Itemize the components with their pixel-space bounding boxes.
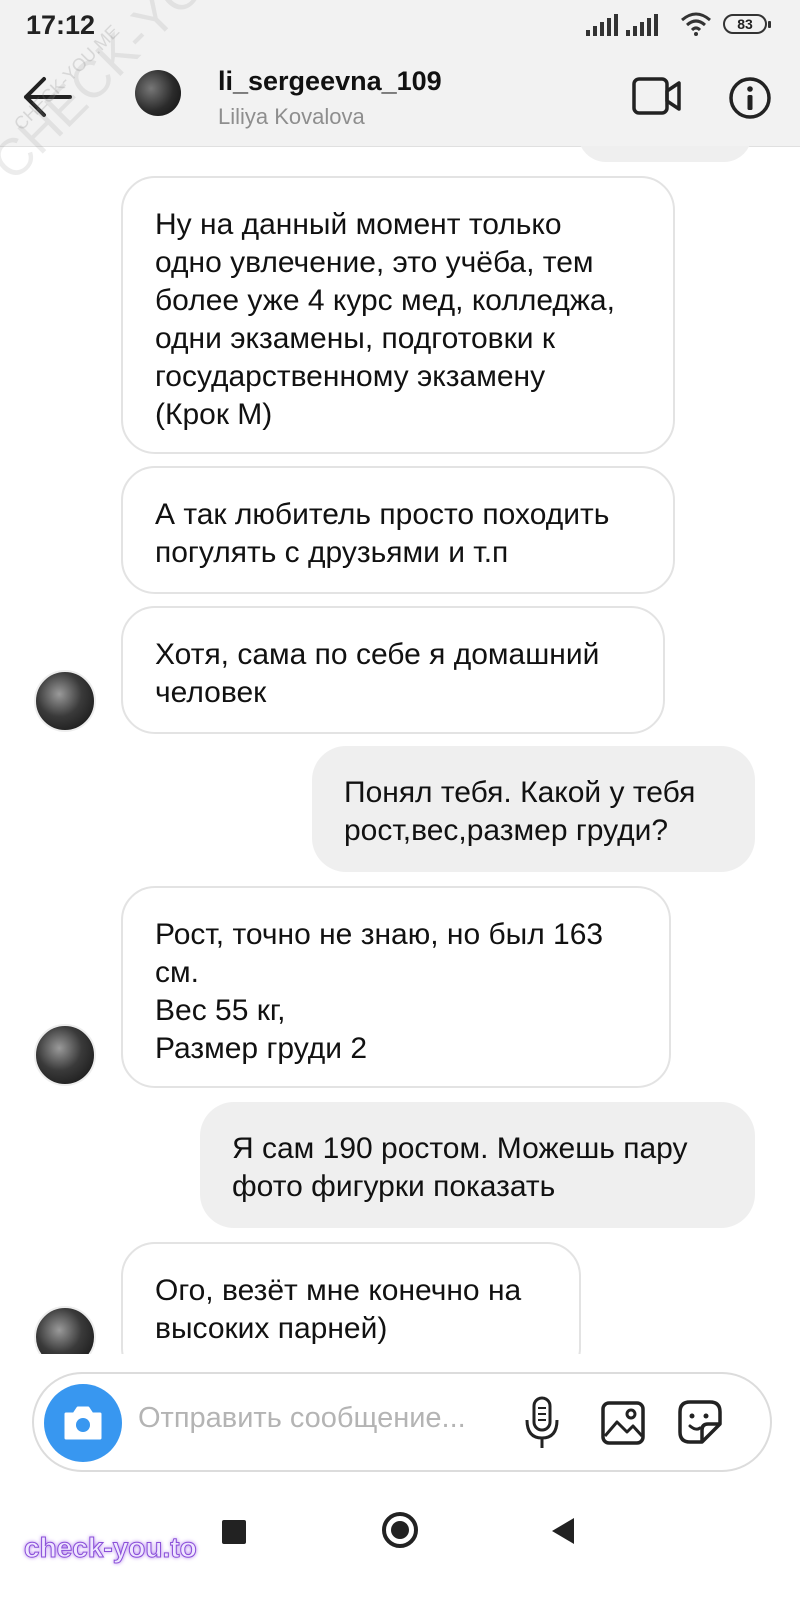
video-call-icon[interactable] xyxy=(632,76,682,116)
camera-icon xyxy=(64,1406,102,1440)
signal-icon xyxy=(626,14,658,36)
nav-back-icon[interactable] xyxy=(552,1518,574,1544)
sticker-icon[interactable] xyxy=(676,1398,724,1446)
recent-apps-icon[interactable] xyxy=(222,1520,246,1544)
avatar[interactable] xyxy=(135,70,181,116)
signal-icon xyxy=(586,14,618,36)
info-icon[interactable] xyxy=(728,76,772,120)
message-bubble-outgoing[interactable]: Я сам 190 ростом. Можешь пару фото фигур… xyxy=(200,1102,755,1228)
camera-button[interactable] xyxy=(44,1384,122,1462)
header-full-name: Liliya Kovalova xyxy=(218,104,365,129)
message-bubble-incoming[interactable]: А так любитель просто походить погулять … xyxy=(121,466,675,594)
status-bar: 17:12 83 xyxy=(0,0,800,48)
message-bubble-outgoing[interactable] xyxy=(578,146,752,162)
sender-avatar[interactable] xyxy=(34,1024,96,1086)
sender-avatar[interactable] xyxy=(34,670,96,732)
message-bubble-incoming[interactable]: Ну на данный момент только одно увлечени… xyxy=(121,176,675,454)
home-icon[interactable] xyxy=(382,1512,418,1548)
message-composer xyxy=(32,1372,772,1472)
chat-messages: Ну на данный момент только одно увлечени… xyxy=(0,146,800,1354)
battery-icon: 83 xyxy=(723,14,771,34)
chat-header: li_sergeevna_109 Liliya Kovalova xyxy=(0,48,800,147)
wifi-icon xyxy=(681,12,711,36)
message-input[interactable] xyxy=(138,1402,518,1435)
microphone-icon[interactable] xyxy=(524,1396,560,1450)
gallery-icon[interactable] xyxy=(600,1400,646,1446)
sender-avatar[interactable] xyxy=(34,1306,96,1354)
watermark-footer: check-you.to xyxy=(24,1532,198,1564)
message-bubble-incoming[interactable]: Рост, точно не знаю, но был 163 см. Вес … xyxy=(121,886,671,1088)
message-bubble-incoming[interactable]: Хотя, сама по себе я домашний человек xyxy=(121,606,665,734)
back-arrow-icon[interactable] xyxy=(20,74,76,120)
message-bubble-incoming[interactable]: Ого, везёт мне конечно на высоких парней… xyxy=(121,1242,581,1354)
message-bubble-outgoing[interactable]: Понял тебя. Какой у тебя рост,вес,размер… xyxy=(312,746,755,872)
header-username[interactable]: li_sergeevna_109 xyxy=(218,66,442,97)
status-time: 17:12 xyxy=(26,10,96,40)
